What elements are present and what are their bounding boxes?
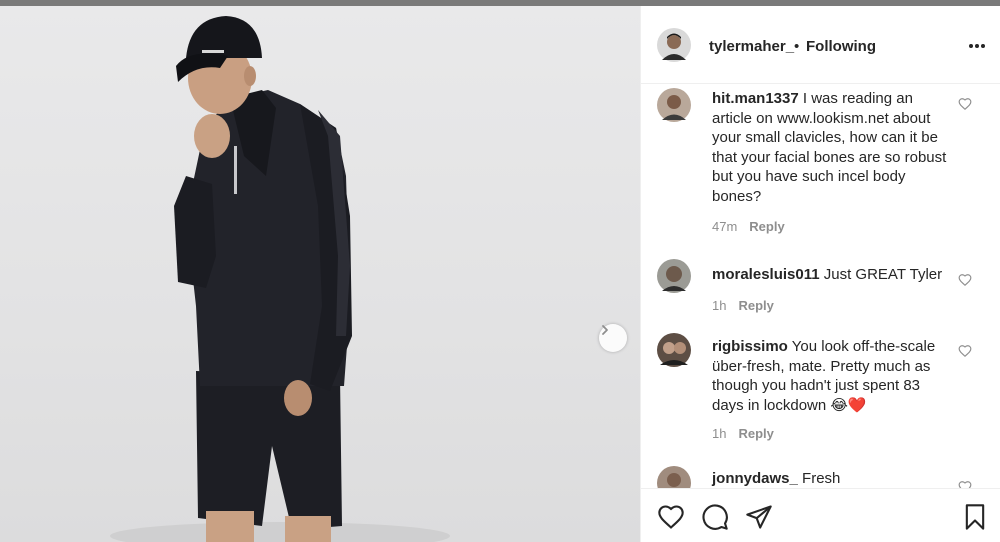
author-avatar[interactable] (657, 28, 691, 62)
comment-body: I was reading an article on www.lookism.… (712, 90, 947, 205)
comments-list[interactable]: hit.man1337 I was reading an article on … (641, 85, 1000, 488)
post-actions-bar (641, 488, 1000, 542)
post-header: tylermaher_ • Following (641, 6, 1000, 84)
separator-dot: • (794, 38, 800, 55)
chevron-right-icon (602, 325, 608, 335)
comment-username[interactable]: jonnydaws_ (712, 470, 798, 487)
heart-outline-icon[interactable] (958, 273, 972, 287)
heart-outline-icon[interactable] (958, 480, 972, 488)
commenter-avatar[interactable] (657, 259, 691, 293)
reply-button[interactable]: Reply (738, 298, 773, 313)
reply-button[interactable]: Reply (738, 426, 773, 441)
comment-body: Fresh (802, 470, 841, 487)
comment-username[interactable]: hit.man1337 (712, 90, 799, 107)
more-horizontal-icon[interactable] (967, 36, 987, 56)
comment-time: 47m (712, 219, 738, 234)
comment-text: jonnydaws_ Fresh (712, 469, 952, 488)
commenter-avatar[interactable] (657, 333, 691, 367)
reply-button[interactable]: Reply (749, 219, 784, 234)
comment-meta: 47m Reply (712, 219, 785, 234)
paper-plane-icon[interactable] (745, 503, 773, 531)
commenter-avatar[interactable] (657, 466, 691, 488)
comment-username[interactable]: rigbissimo (712, 338, 788, 355)
comment-text: moralesluis011 Just GREAT Tyler (712, 265, 952, 285)
post-side-panel: tylermaher_ • Following hit.man1337 I wa… (640, 6, 1000, 542)
comment-time: 1h (712, 426, 727, 441)
author-username[interactable]: tylermaher_ (709, 38, 794, 55)
comment-time: 1h (712, 298, 727, 313)
commenter-avatar[interactable] (657, 88, 691, 122)
post-image[interactable] (0, 6, 640, 542)
bookmark-icon[interactable] (961, 503, 989, 531)
following-button[interactable]: Following (806, 38, 876, 55)
heart-outline-icon[interactable] (657, 503, 685, 531)
comment-meta: 1h Reply (712, 298, 774, 313)
comment-text: hit.man1337 I was reading an article on … (712, 89, 952, 206)
comment-meta: 1h Reply (712, 426, 774, 441)
comment-bubble-icon[interactable] (701, 503, 729, 531)
heart-outline-icon[interactable] (958, 97, 972, 111)
next-image-button[interactable] (599, 324, 627, 352)
model-photo (110, 16, 450, 542)
comment-body: Just GREAT Tyler (823, 266, 943, 283)
heart-outline-icon[interactable] (958, 344, 972, 358)
comment-text: rigbissimo You look off-the-scale über-f… (712, 337, 952, 415)
comment-username[interactable]: moralesluis011 (712, 266, 820, 283)
